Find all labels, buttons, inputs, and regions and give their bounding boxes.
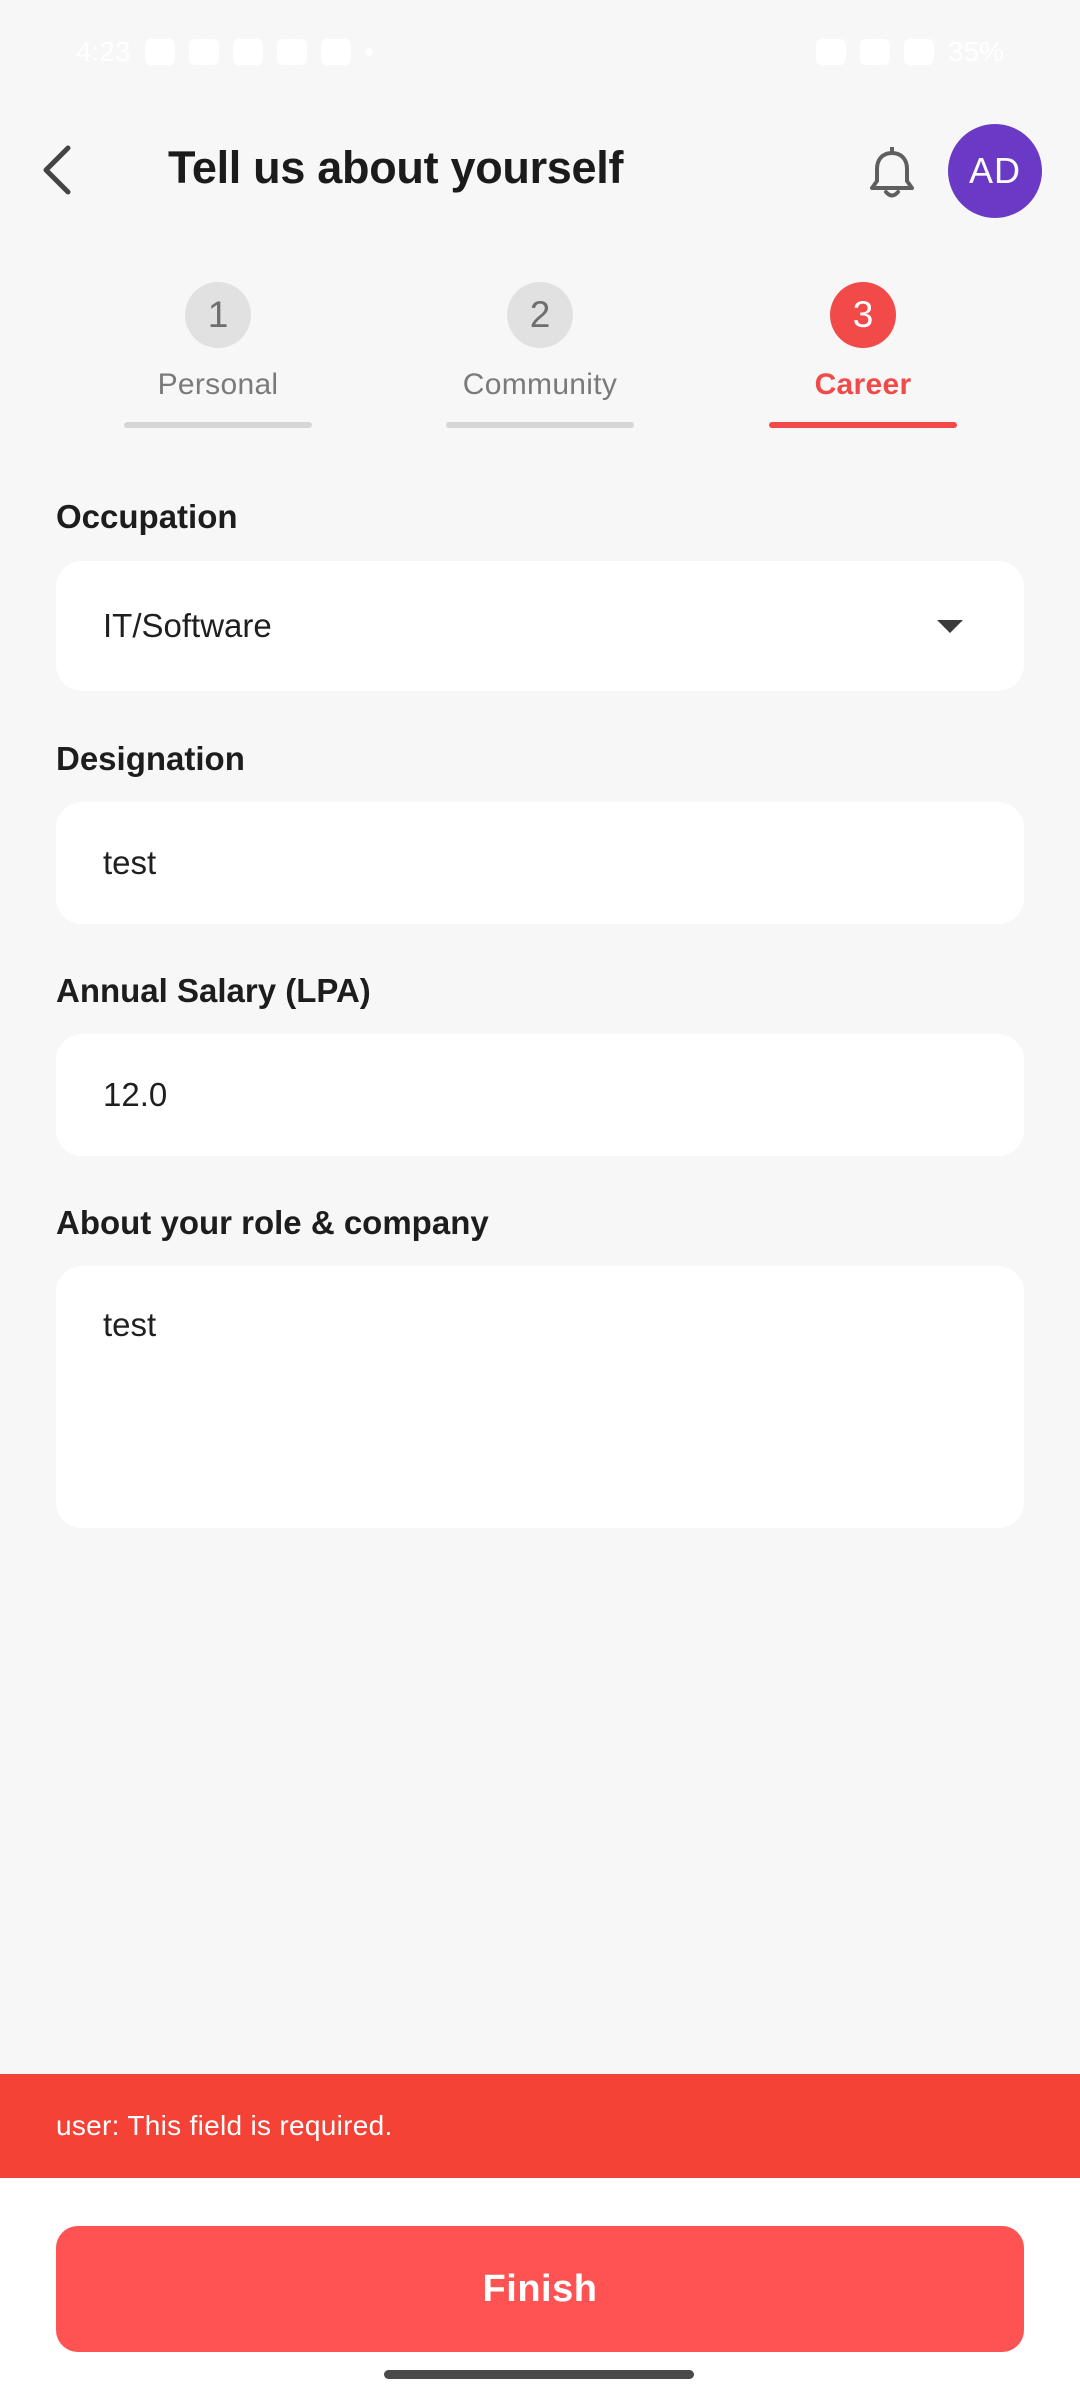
finish-button[interactable]: Finish [56,2226,1024,2352]
step-indicator [124,422,312,428]
notification-icon [144,39,175,65]
notification-icon [320,39,351,65]
chevron-left-icon [43,145,71,195]
notification-icon [232,39,263,65]
snackbar-message: user: This field is required. [56,2110,393,2141]
bell-icon [870,147,914,198]
screen: 4:23 35% Tell us about yourself AD 1 Per… [0,0,1080,2400]
app-header: Tell us about yourself AD [0,104,1080,236]
step-label: Personal [157,368,279,401]
error-snackbar: user: This field is required. [0,2074,1080,2178]
page-title: Tell us about yourself [168,142,624,193]
status-bar-right: 35% [815,36,1004,68]
more-notifications-icon [364,48,373,56]
step-label: Career [814,368,912,401]
stepper: 1 Personal 2 Community 3 Career [0,282,1080,432]
battery-icon [903,39,934,65]
status-bar-left: 4:23 [76,36,373,68]
back-button[interactable] [22,134,94,206]
occupation-value: IT/Software [103,607,272,644]
step-indicator [769,422,957,428]
occupation-label: Occupation [56,498,238,535]
status-time: 4:23 [76,36,131,67]
home-indicator[interactable] [384,2370,694,2379]
step-community[interactable]: 2 Community [446,282,634,428]
notification-icon [276,39,307,65]
salary-value: 12.0 [103,1076,168,1113]
battery-percent: 35% [947,36,1004,67]
wifi-icon [815,39,846,65]
salary-input[interactable]: 12.0 [56,1034,1024,1156]
step-indicator [446,422,634,428]
designation-input[interactable]: test [56,802,1024,924]
step-label: Community [462,368,618,401]
step-number: 3 [830,282,896,348]
notification-icon [188,39,219,65]
occupation-select[interactable]: IT/Software [56,561,1024,691]
about-value: test [103,1306,157,1343]
status-bar: 4:23 35% [0,0,1080,104]
notifications-button[interactable] [858,140,926,208]
designation-label: Designation [56,740,245,777]
about-textarea[interactable]: test [56,1266,1024,1528]
designation-value: test [103,844,157,881]
step-number: 1 [185,282,251,348]
signal-icon [859,39,890,65]
about-label: About your role & company [56,1204,489,1241]
salary-label: Annual Salary (LPA) [56,972,371,1009]
step-career[interactable]: 3 Career [769,282,957,428]
avatar[interactable]: AD [948,124,1042,218]
step-personal[interactable]: 1 Personal [124,282,312,428]
step-number: 2 [507,282,573,348]
caret-down-icon [937,619,963,633]
